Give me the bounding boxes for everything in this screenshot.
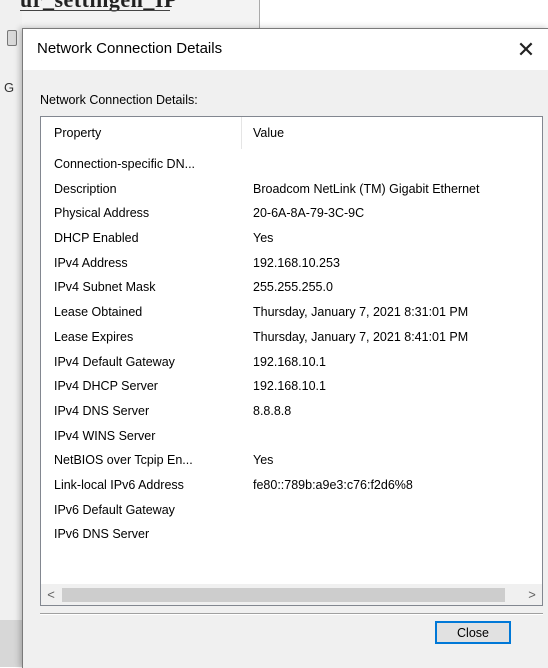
title-bar[interactable]: Network Connection Details ✕ [23,29,548,70]
list-item[interactable]: IPv4 DNS Server 8.8.8.8 [41,403,542,429]
property-cell: IPv4 DHCP Server [54,379,158,394]
list-item[interactable]: IPv4 WINS Server [41,428,542,454]
list-item[interactable]: Physical Address 20-6A-8A-79-3C-9C [41,206,542,231]
value-cell: Broadcom NetLink (TM) Gigabit Ethernet [253,181,480,196]
scrollbar-thumb[interactable] [62,588,505,602]
list-item[interactable]: Description Broadcom NetLink (TM) Gigabit… [41,181,542,207]
property-cell: Lease Obtained [54,305,143,320]
column-header-value[interactable]: Value [253,117,533,149]
value-cell: fe80::789b:a9e3:c76:f2d6%8 [253,477,413,492]
list-item[interactable]: IPv4 Subnet Mask 255.255.255.0 [41,280,542,305]
group-label: Network Connection Details: [40,93,198,107]
list-item[interactable]: DHCP Enabled Yes [41,231,542,256]
list-item[interactable]: NetBIOS over Tcpip En... Yes [41,453,542,478]
property-cell: Link-local IPv6 Address [54,477,184,492]
list-item[interactable]: Lease Obtained Thursday, January 7, 2021 … [41,305,542,330]
background-handle-icon [7,30,17,46]
value-cell: 192.168.10.1 [253,379,326,394]
list-item[interactable]: IPv4 DHCP Server 192.168.10.1 [41,379,542,404]
property-cell: IPv4 WINS Server [54,428,156,443]
property-cell: IPv6 DNS Server [54,527,150,542]
value-cell: Thursday, January 7, 2021 8:31:01 PM [253,305,469,320]
background-title: ur_settingen_IP [20,0,178,13]
property-cell: IPv4 DNS Server [54,403,150,418]
dialog-title: Network Connection Details [37,40,223,57]
list-item[interactable]: Lease Expires Thursday, January 7, 2021 8… [41,329,542,355]
details-rows: Connection-specific DN... Description Broa… [41,157,542,552]
value-cell: 192.168.10.253 [253,255,340,270]
property-cell: Lease Expires [54,329,134,344]
property-cell: IPv4 Default Gateway [54,354,175,369]
close-icon[interactable]: ✕ [503,29,548,70]
value-cell: 8.8.8.8 [253,403,292,418]
background-left-panel [0,0,23,667]
close-button[interactable]: Close [435,621,511,644]
value-cell: 20-6A-8A-79-3C-9C [253,206,365,221]
list-item[interactable]: IPv6 Default Gateway [41,502,542,528]
property-cell: Description [54,181,117,196]
column-header-property[interactable]: Property [54,117,242,149]
property-cell: IPv6 Default Gateway [54,502,175,517]
horizontal-scrollbar[interactable]: < > [41,584,542,605]
value-cell: 255.255.255.0 [253,280,333,295]
property-cell: Physical Address [54,206,150,221]
chevron-right-icon[interactable]: > [522,585,542,605]
background-title-underline [20,10,170,11]
value-cell: Thursday, January 7, 2021 8:41:01 PM [253,329,469,344]
details-list[interactable]: Property Value Connection-specific DN...… [40,116,543,606]
list-item[interactable]: Link-local IPv6 Address fe80::789b:a9e3:c… [41,477,542,503]
network-connection-details-dialog: Network Connection Details ✕ Network Con… [22,28,548,668]
property-cell: IPv4 Subnet Mask [54,280,156,295]
background-divider [259,0,260,28]
list-item[interactable]: IPv6 DNS Server [41,527,542,552]
list-item[interactable]: Connection-specific DN... [41,157,542,182]
property-cell: NetBIOS over Tcpip En... [54,453,193,468]
value-cell: 192.168.10.1 [253,354,326,369]
column-separator[interactable] [241,117,242,149]
chevron-left-icon[interactable]: < [41,585,61,605]
value-cell: Yes [253,231,274,246]
property-cell: Connection-specific DN... [54,157,196,171]
property-cell: DHCP Enabled [54,231,139,246]
divider [40,613,543,615]
background-side-letter: G [4,80,15,95]
value-cell: Yes [253,453,274,468]
property-cell: IPv4 Address [54,255,128,270]
list-item[interactable]: IPv4 Address 192.168.10.253 [41,255,542,281]
list-item[interactable]: IPv4 Default Gateway 192.168.10.1 [41,354,542,380]
